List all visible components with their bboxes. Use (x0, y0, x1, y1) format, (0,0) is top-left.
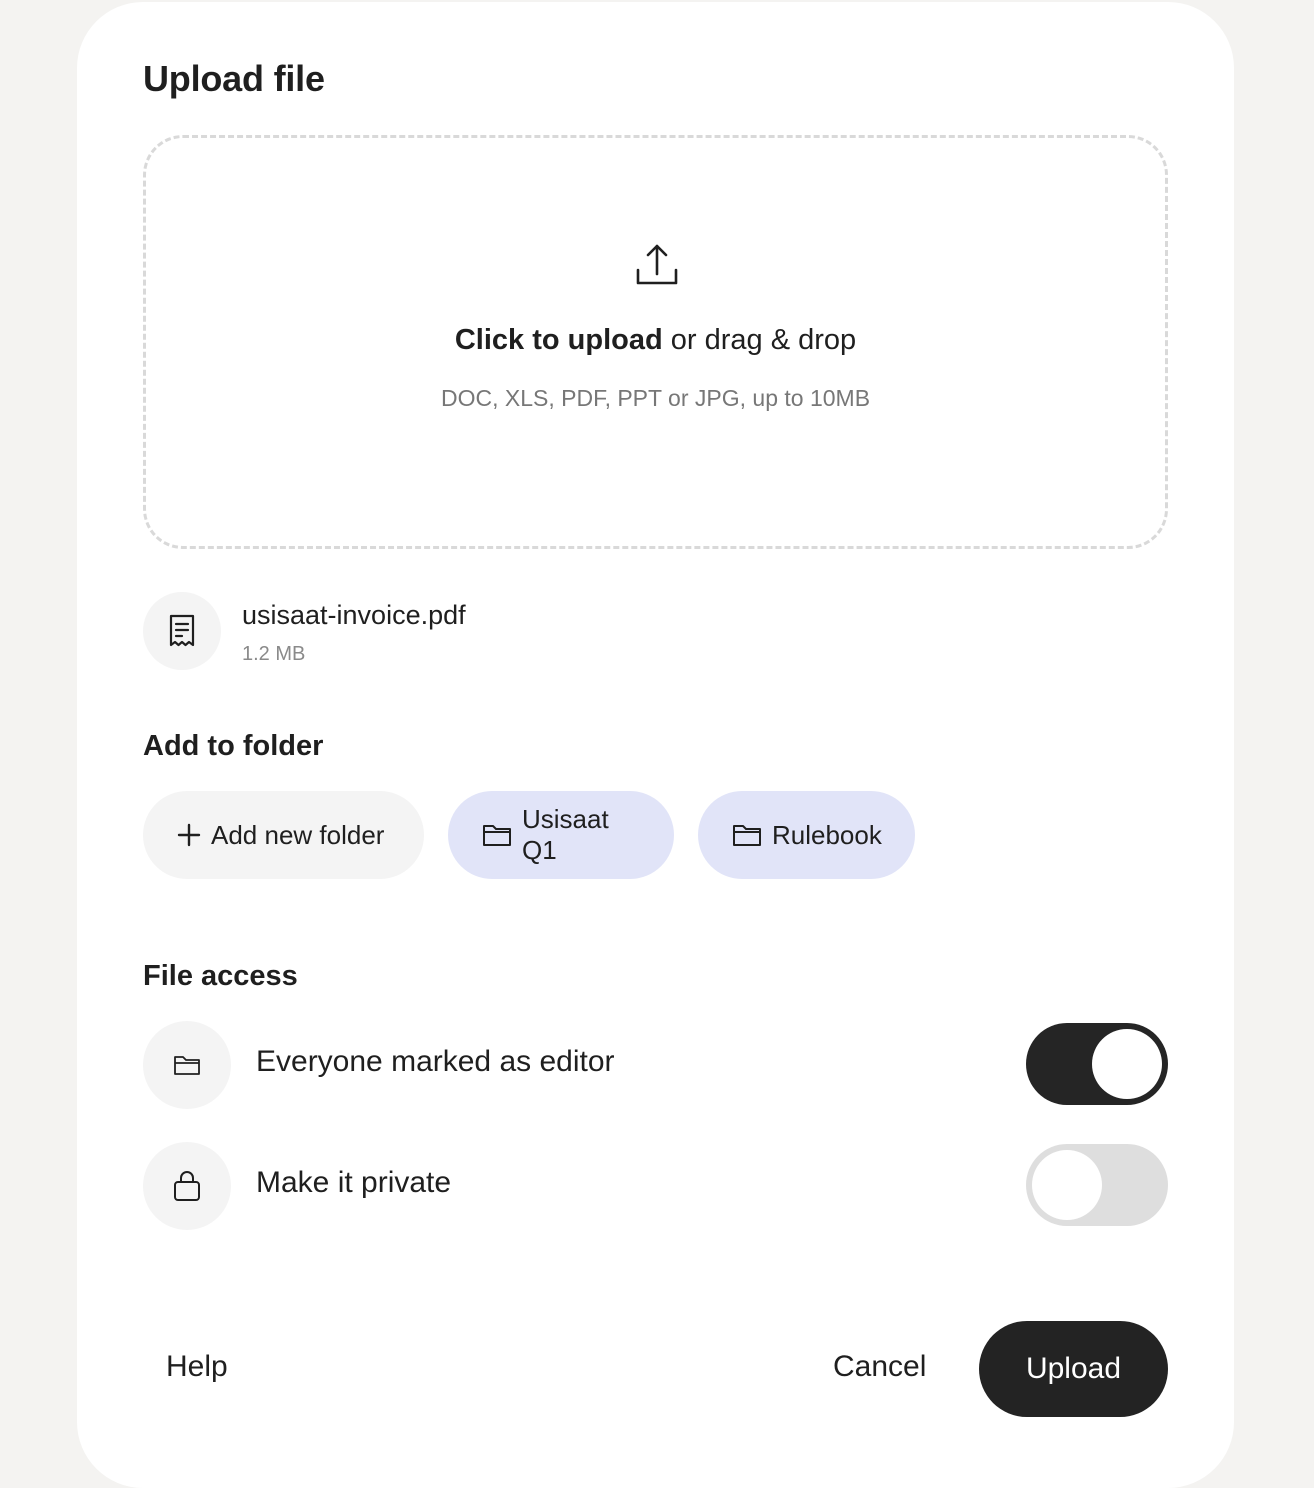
folder-icon (482, 823, 512, 847)
folder-chip-rulebook[interactable]: Rulebook (698, 791, 915, 879)
file-name: usisaat-invoice.pdf (242, 600, 466, 630)
access-icon-badge (143, 1021, 231, 1109)
selected-file: usisaat-invoice.pdf 1.2 MB (143, 592, 843, 672)
file-size: 1.2 MB (242, 643, 306, 665)
folder-chip-usisaat-q1[interactable]: Usisaat Q1 (448, 791, 674, 879)
upload-dropzone[interactable]: Click to upload or drag & drop DOC, XLS,… (143, 135, 1168, 549)
toggle-knob (1092, 1029, 1162, 1099)
dropzone-instructions: Click to upload or drag & drop (146, 324, 1165, 357)
dialog-title: Upload file (143, 58, 325, 99)
access-icon-badge (143, 1142, 231, 1230)
access-option-private: Make it private (143, 1142, 1168, 1230)
lock-icon (173, 1170, 201, 1202)
receipt-icon (168, 614, 196, 648)
add-to-folder-title: Add to folder (143, 730, 324, 762)
drag-drop-text: or drag & drop (670, 324, 857, 356)
folder-icon (173, 1054, 201, 1076)
help-link[interactable]: Help (166, 1350, 228, 1384)
file-access-title: File access (143, 960, 298, 992)
file-icon-badge (143, 592, 221, 670)
access-option-label: Make it private (256, 1166, 452, 1199)
add-new-folder-button[interactable]: Add new folder (143, 791, 424, 879)
upload-button[interactable]: Upload (979, 1321, 1168, 1417)
private-toggle[interactable] (1026, 1144, 1168, 1226)
plus-icon (177, 823, 201, 847)
toggle-knob (1032, 1150, 1102, 1220)
folder-icon (732, 823, 762, 847)
upload-icon (634, 242, 680, 288)
click-to-upload-text[interactable]: Click to upload (455, 324, 663, 356)
add-new-folder-label: Add new folder (211, 819, 385, 850)
folder-chip-label: Rulebook (772, 819, 882, 850)
dropzone-hint: DOC, XLS, PDF, PPT or JPG, up to 10MB (440, 385, 871, 411)
cancel-button[interactable]: Cancel (833, 1350, 926, 1384)
upload-file-dialog: Upload file Click to upload or drag & dr… (77, 2, 1234, 1488)
access-option-label: Everyone marked as editor (256, 1045, 615, 1078)
editors-toggle[interactable] (1026, 1023, 1168, 1105)
folder-chip-label: Usisaat Q1 (522, 804, 609, 865)
access-option-editors: Everyone marked as editor (143, 1021, 1168, 1109)
